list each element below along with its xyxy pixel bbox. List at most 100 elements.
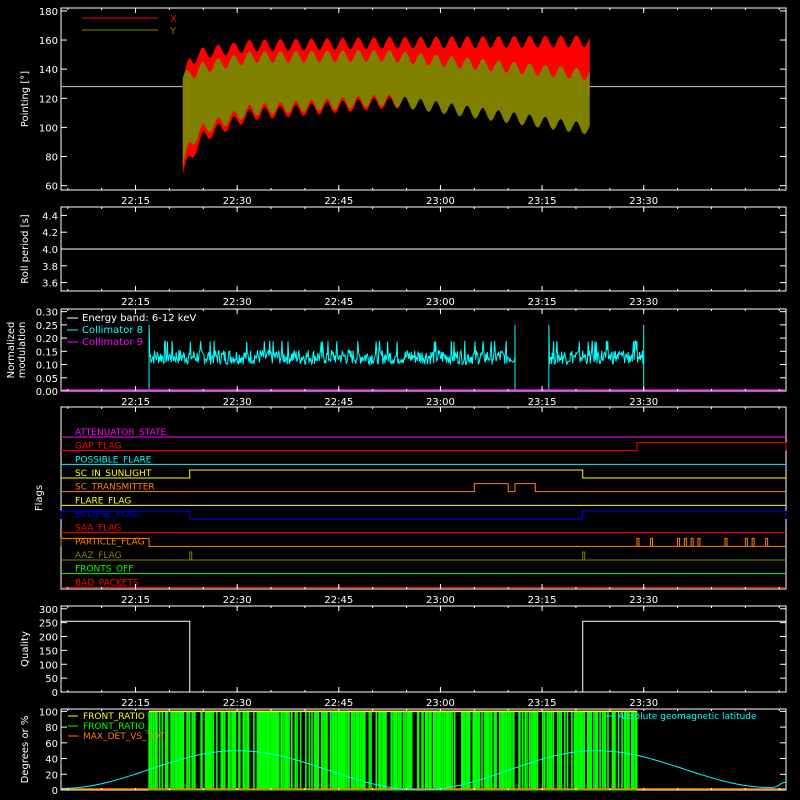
y-tick-label: 100 — [39, 123, 58, 134]
y-tick-label: 120 — [39, 94, 58, 105]
legend-label: FRONT_RATIO_ 2 — [83, 722, 158, 732]
flag-line-sc-transmitter — [61, 483, 786, 493]
legend-label: MAX_DET_VS_TOT — [83, 732, 165, 742]
flag-spike — [690, 537, 694, 547]
quality-line — [61, 620, 786, 693]
flag-spike — [751, 537, 755, 547]
y-tick-label: 4.2 — [42, 228, 58, 239]
y-tick-label: 300 — [39, 605, 58, 616]
y-tick-label: 0.30 — [36, 308, 58, 319]
y-tick-label: 0.25 — [36, 321, 58, 332]
flag-spike — [649, 537, 653, 547]
flag-spike — [189, 551, 193, 560]
x-tick-label: 23:15 — [528, 297, 557, 308]
flag-line-eclipse-flag — [60, 510, 787, 520]
x-tick-label: 23:30 — [629, 297, 658, 308]
collimator-8-segment — [148, 324, 516, 391]
y-tick-label: 40 — [45, 755, 58, 766]
x-tick-label: 22:15 — [121, 397, 150, 408]
y-tick-label: 20 — [45, 770, 58, 781]
y-tick-label: 0 — [52, 786, 58, 797]
flag-spike — [636, 537, 640, 547]
legend-label: Collimator 9 — [82, 337, 143, 348]
flag-label: FRONTS_OFF — [75, 565, 133, 575]
flag-spike — [582, 551, 586, 560]
y-axis-label: Pointing [°] — [20, 71, 31, 127]
flag-label: ECLIPSE_FLAG — [75, 510, 139, 520]
y-tick-label: 60 — [45, 739, 58, 750]
x-tick-label: 22:15 — [121, 595, 150, 606]
x-tick-label: 22:15 — [121, 297, 150, 308]
y-tick-label: 3.6 — [42, 279, 58, 290]
y-tick-label: 150 — [39, 646, 58, 657]
x-tick-label: 23:15 — [528, 698, 557, 709]
legend-label: Collimator 8 — [82, 325, 143, 336]
y-axis-label: Degrees or % — [20, 716, 31, 784]
y-tick-label: 60 — [45, 182, 58, 193]
qa-summary-plot: X Y 60 80 100 120 140 160 180 22:15 22:30 22:45 23:0… — [0, 0, 800, 800]
y-axis-label: modulation — [17, 322, 28, 379]
x-tick-label: 22:45 — [324, 595, 353, 606]
pointing-series-y — [182, 50, 590, 166]
x-tick-label: 23:30 — [629, 397, 658, 408]
y-tick-label: 140 — [39, 65, 58, 76]
x-tick-label: 23:00 — [426, 397, 455, 408]
x-tick-label: 22:30 — [223, 698, 252, 709]
y-tick-label: 80 — [45, 153, 58, 164]
x-tick-label: 22:45 — [324, 196, 353, 207]
legend-title: Energy band: 6-12 keV — [82, 313, 196, 324]
y-axis-label: Quality — [20, 631, 31, 667]
y-tick-label: 0.20 — [36, 334, 58, 345]
flag-label: ATTENUATOR_STATE — [75, 428, 167, 438]
flag-label: PARTICLE_FLAG — [75, 537, 145, 547]
flag-label: POSSIBLE_FLARE — [75, 455, 152, 465]
flag-label: SAA_FLAG — [75, 524, 121, 534]
flag-label: AAZ_FLAG — [75, 551, 122, 561]
x-tick-label: 22:15 — [121, 698, 150, 709]
x-tick-label: 22:45 — [324, 297, 353, 308]
x-tick-label: 22:45 — [324, 698, 353, 709]
front-ratio-2-bars — [148, 711, 637, 790]
x-tick-label: 22:30 — [223, 595, 252, 606]
y-axis-label: Roll period [s] — [20, 214, 31, 283]
y-tick-label: 180 — [39, 7, 58, 18]
flag-spike — [683, 537, 687, 547]
flag-label: BAD_PACKETS — [75, 578, 139, 588]
flag-spike — [697, 537, 701, 547]
x-tick-label: 23:00 — [426, 196, 455, 207]
y-tick-label: 250 — [39, 619, 58, 630]
y-tick-label: 0.00 — [36, 387, 58, 398]
y-tick-label: 0.05 — [36, 374, 58, 385]
x-tick-label: 23:30 — [629, 698, 658, 709]
y-tick-label: 0.10 — [36, 361, 58, 372]
y-tick-label: 160 — [39, 36, 58, 47]
x-tick-label: 22:15 — [121, 196, 150, 207]
x-tick-label: 22:30 — [223, 297, 252, 308]
y-tick-label: 50 — [45, 674, 58, 685]
flag-line-sc-in-sunlight — [61, 469, 786, 479]
x-tick-label: 23:30 — [629, 595, 658, 606]
legend-label: Y — [169, 26, 177, 37]
y-tick-label: 4.0 — [42, 245, 58, 256]
y-tick-label: 3.8 — [42, 262, 58, 273]
collimator-8-segment — [548, 324, 645, 391]
panel-4-frame — [60, 406, 787, 590]
y-axis-label: Flags — [34, 485, 45, 511]
x-tick-label: 23:30 — [629, 196, 658, 207]
y-tick-label: 100 — [39, 707, 58, 718]
flag-spike — [724, 537, 728, 547]
plot-canvas: XY 60 80 100 120 140 160 180 22:15 22:30 22:45 23:0… — [6, 7, 787, 797]
x-tick-label: 22:30 — [223, 397, 252, 408]
flag-line-gap-flag — [61, 442, 787, 452]
x-tick-label: 23:00 — [426, 698, 455, 709]
flag-label: FLARE_FLAG — [75, 496, 131, 506]
legend-label: Absolute geomagnetic latitude — [618, 712, 757, 722]
flag-label: SC_TRANSMITTER — [75, 483, 155, 493]
y-tick-label: 0.15 — [36, 347, 58, 358]
legend-label: X — [170, 14, 177, 25]
x-tick-label: 23:15 — [528, 397, 557, 408]
y-tick-label: 80 — [45, 723, 58, 734]
x-tick-label: 22:45 — [324, 397, 353, 408]
legend-label: FRONT_RATIO — [83, 712, 145, 722]
flag-label: GAP_FLAG — [75, 442, 121, 452]
